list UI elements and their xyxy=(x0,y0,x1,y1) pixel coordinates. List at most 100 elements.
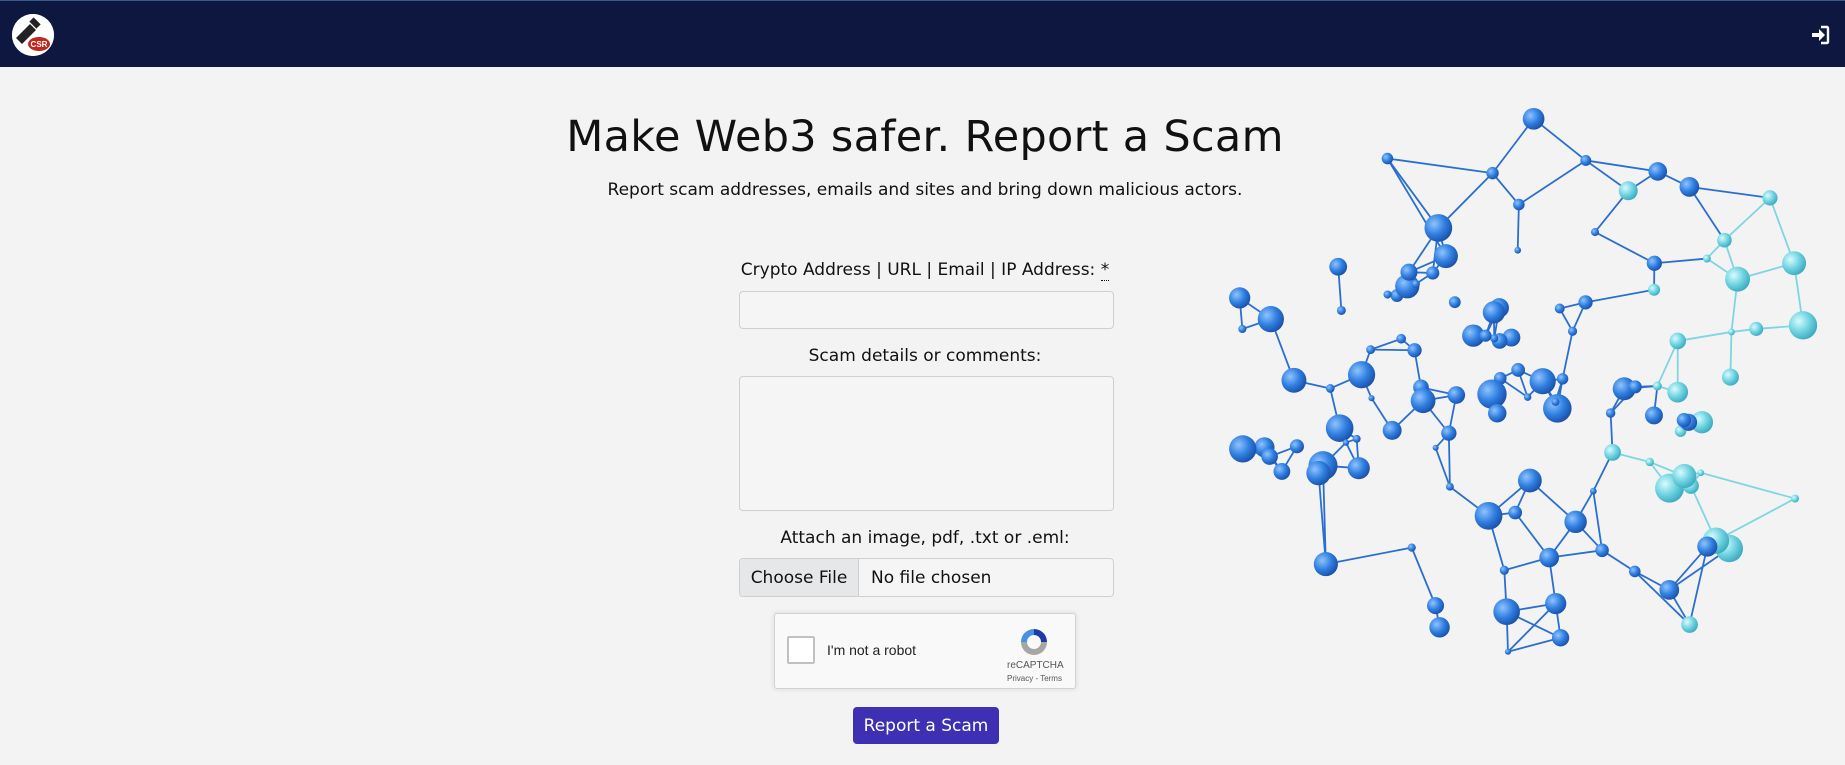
choose-file-button[interactable]: Choose File xyxy=(740,559,859,596)
network-node xyxy=(1788,311,1818,340)
network-node xyxy=(1499,565,1509,575)
network-edge xyxy=(1594,231,1655,265)
network-node xyxy=(1352,434,1361,443)
network-node xyxy=(1697,469,1705,477)
network-node xyxy=(1289,439,1304,454)
network-node xyxy=(1229,287,1251,309)
network-node xyxy=(1605,408,1616,418)
network-node xyxy=(1410,388,1436,414)
network-node xyxy=(1479,329,1492,342)
network-node xyxy=(1493,598,1520,625)
network-node xyxy=(1432,444,1439,451)
network-node xyxy=(1645,406,1663,425)
top-navbar: CSR xyxy=(0,0,1845,67)
network-node xyxy=(1529,368,1556,395)
network-node xyxy=(1429,617,1450,638)
network-node xyxy=(1477,379,1507,409)
network-node xyxy=(1539,547,1560,568)
recaptcha-links[interactable]: Privacy - Terms xyxy=(1007,674,1062,683)
network-node xyxy=(1514,246,1522,254)
network-node xyxy=(1672,463,1697,489)
network-edge xyxy=(1434,447,1451,488)
network-node xyxy=(1508,505,1523,520)
network-node xyxy=(1238,324,1247,334)
network-edge xyxy=(1634,570,1691,626)
address-input[interactable] xyxy=(739,291,1114,329)
recaptcha-label: I'm not a robot xyxy=(827,642,917,658)
network-node xyxy=(1273,463,1291,480)
recaptcha-checkbox[interactable] xyxy=(787,636,815,664)
network-node xyxy=(1336,305,1346,315)
network-node xyxy=(1368,395,1375,402)
network-node xyxy=(1554,303,1565,314)
network-node xyxy=(1604,443,1621,461)
network-node xyxy=(1717,232,1732,248)
network-node xyxy=(1383,290,1392,299)
network-node xyxy=(1517,468,1542,493)
recaptcha-logo-icon xyxy=(1021,629,1047,655)
network-node xyxy=(1427,597,1445,615)
address-label-text: Crypto Address | URL | Email | IP Addres… xyxy=(740,260,1096,280)
network-node xyxy=(1424,214,1453,242)
network-node xyxy=(1523,393,1532,401)
network-node xyxy=(1648,283,1661,296)
network-node xyxy=(1749,321,1764,336)
network-node xyxy=(1791,494,1800,503)
network-edge xyxy=(1516,204,1520,251)
network-node xyxy=(1551,397,1560,406)
recaptcha-widget: I'm not a robot reCAPTCHA Privacy - Term… xyxy=(774,613,1076,689)
network-node xyxy=(1411,279,1420,288)
report-scam-button[interactable]: Report a Scam xyxy=(853,707,999,744)
network-node xyxy=(1488,404,1507,423)
network-node xyxy=(1325,414,1354,442)
network-node xyxy=(1681,616,1698,633)
network-node xyxy=(1567,326,1578,336)
details-textarea[interactable] xyxy=(739,376,1114,511)
details-label: Scam details or comments: xyxy=(808,346,1042,366)
network-node xyxy=(1325,384,1335,393)
network-node xyxy=(1504,648,1512,655)
file-input[interactable]: Choose File No file chosen xyxy=(739,558,1114,597)
network-node xyxy=(1676,413,1692,428)
page-subtitle: Report scam addresses, emails and sites … xyxy=(607,180,1243,200)
network-node xyxy=(1645,457,1654,467)
site-logo[interactable]: CSR xyxy=(12,14,54,56)
attach-label: Attach an image, pdf, .txt or .eml: xyxy=(780,528,1070,548)
svg-text:CSR: CSR xyxy=(31,40,48,49)
page-title: Make Web3 safer. Report a Scam xyxy=(566,112,1284,162)
network-node xyxy=(1257,306,1284,333)
network-node xyxy=(1281,367,1307,393)
network-node xyxy=(1261,448,1278,465)
network-node xyxy=(1229,435,1257,463)
network-node xyxy=(1590,228,1600,237)
network-node xyxy=(1556,373,1569,385)
network-node xyxy=(1652,381,1662,391)
network-edge xyxy=(1447,433,1451,487)
network-node xyxy=(1659,580,1680,600)
address-label: Crypto Address | URL | Email | IP Addres… xyxy=(0,260,1845,281)
network-node xyxy=(1578,295,1593,310)
file-status: No file chosen xyxy=(871,567,992,588)
network-node xyxy=(1728,328,1735,336)
network-node xyxy=(1589,487,1597,495)
network-edge xyxy=(1585,288,1655,304)
network-node xyxy=(1306,460,1331,486)
network-node xyxy=(1396,333,1407,344)
sign-in-icon[interactable] xyxy=(1810,25,1830,45)
network-edge xyxy=(1325,546,1412,565)
network-edge xyxy=(1688,546,1709,625)
network-node xyxy=(1545,592,1567,615)
network-node xyxy=(1441,425,1457,441)
network-node xyxy=(1513,198,1525,211)
network-node xyxy=(1474,501,1503,530)
hero-section: Make Web3 safer. Report a Scam Report sc… xyxy=(0,112,1845,200)
network-node xyxy=(1445,482,1454,491)
network-edge xyxy=(1700,471,1796,500)
network-node xyxy=(1313,552,1338,577)
network-node xyxy=(1448,296,1461,309)
network-edge xyxy=(1723,197,1771,241)
network-node xyxy=(1447,386,1466,404)
network-node xyxy=(1628,380,1642,394)
network-node xyxy=(1543,394,1572,423)
network-node xyxy=(1347,457,1370,480)
